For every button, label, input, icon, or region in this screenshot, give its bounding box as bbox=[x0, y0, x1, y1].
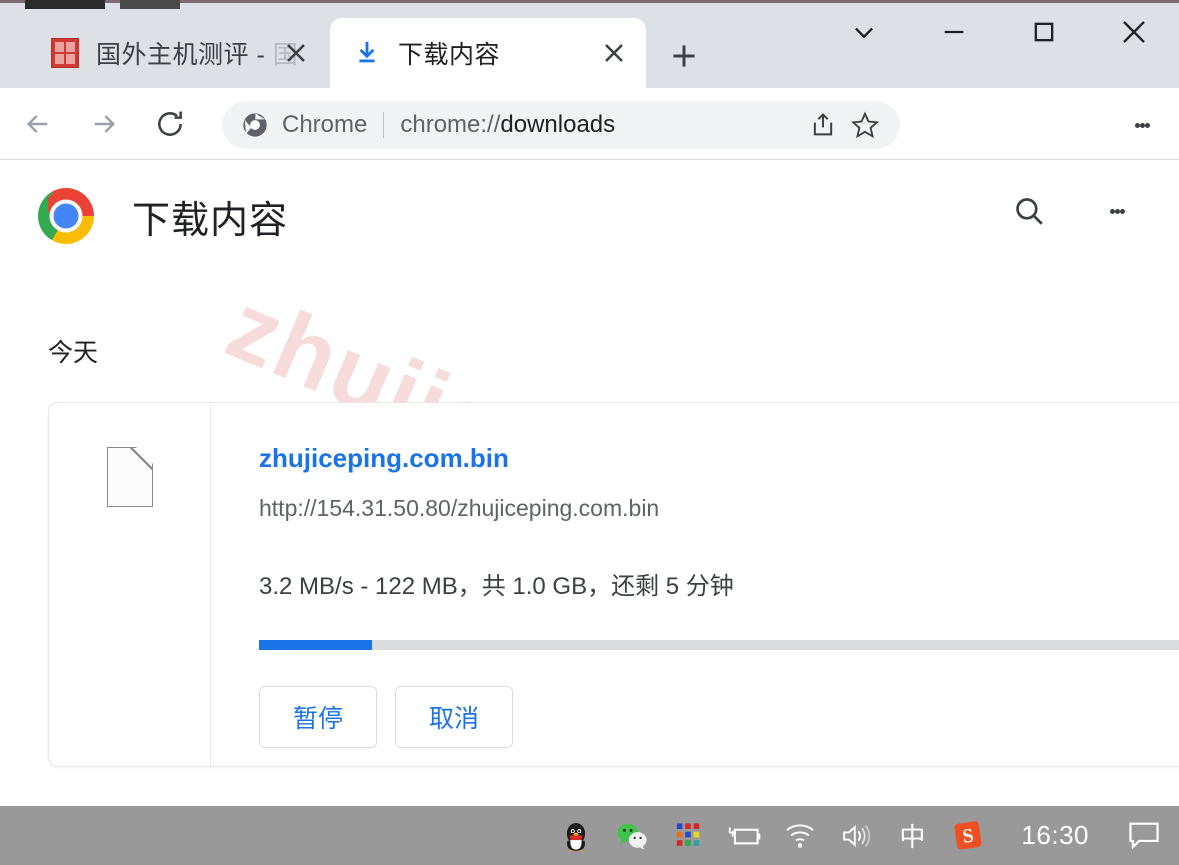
minimize-icon[interactable] bbox=[909, 0, 999, 64]
downloads-page: zhujiceping.com 下载内容 今天 bbox=[0, 161, 1179, 806]
taskbar-clock[interactable]: 16:30 bbox=[1021, 820, 1089, 851]
menu-dot bbox=[1109, 208, 1115, 214]
window-top-accent-block-2 bbox=[120, 0, 180, 9]
browser-toolbar: Chrome chrome://downloads bbox=[0, 88, 1179, 160]
qq-icon[interactable] bbox=[559, 819, 593, 853]
download-details: zhujiceping.com.bin http://154.31.50.80/… bbox=[211, 403, 1179, 766]
three-dots-icon[interactable] bbox=[1095, 189, 1139, 233]
wifi-icon[interactable] bbox=[783, 819, 817, 853]
day-group-label: 今天 bbox=[48, 339, 99, 367]
notification-icon[interactable] bbox=[1127, 819, 1161, 853]
downloads-header-actions bbox=[1007, 189, 1139, 233]
download-progress-bar bbox=[259, 640, 1179, 650]
menu-dot bbox=[1139, 122, 1145, 128]
close-window-icon[interactable] bbox=[1089, 0, 1179, 64]
maximize-icon[interactable] bbox=[999, 0, 1089, 64]
download-file-name[interactable]: zhujiceping.com.bin bbox=[259, 443, 509, 474]
tab-title-text: 国外主机测评 - bbox=[96, 41, 273, 69]
file-icon-column bbox=[49, 403, 211, 766]
omnibox-url[interactable]: chrome://downloads bbox=[400, 111, 615, 139]
cancel-button[interactable]: 取消 bbox=[395, 686, 513, 748]
downloads-header: 下载内容 bbox=[0, 161, 1179, 271]
omnibox-actions bbox=[802, 104, 886, 146]
page-title: 下载内容 bbox=[132, 199, 289, 242]
menu-dot bbox=[1144, 122, 1150, 128]
omnibox-chip-label: Chrome bbox=[282, 111, 368, 138]
download-source-url: http://154.31.50.80/zhujiceping.com.bin bbox=[259, 495, 660, 521]
browser-window: 国外主机测评 - 国 下载内容 Chrome chrome://download… bbox=[0, 0, 1179, 865]
menu-dot bbox=[1114, 208, 1120, 214]
star-icon[interactable] bbox=[844, 104, 886, 146]
menu-dot bbox=[1134, 122, 1140, 128]
back-arrow-icon[interactable] bbox=[10, 96, 66, 152]
download-actions: 暂停 取消 bbox=[259, 686, 1179, 748]
omnibox-separator bbox=[383, 112, 385, 138]
close-icon[interactable] bbox=[282, 39, 310, 67]
address-bar[interactable]: Chrome chrome://downloads bbox=[222, 101, 900, 149]
chrome-icon bbox=[240, 110, 270, 140]
url-path: downloads bbox=[500, 111, 616, 138]
tab-background[interactable]: 国外主机测评 - 国 bbox=[28, 18, 328, 88]
search-icon[interactable] bbox=[1007, 189, 1051, 233]
download-status-text: 3.2 MB/s - 122 MB，共 1.0 GB，还剩 5 分钟 bbox=[259, 573, 734, 600]
new-tab-button[interactable] bbox=[660, 32, 708, 80]
close-icon[interactable] bbox=[600, 39, 628, 67]
generic-file-icon bbox=[106, 447, 153, 507]
tab-strip: 国外主机测评 - 国 下载内容 bbox=[0, 0, 1179, 88]
share-icon[interactable] bbox=[802, 104, 844, 146]
menu-dot bbox=[1119, 208, 1125, 214]
tab-downloads[interactable]: 下载内容 bbox=[330, 18, 646, 88]
wechat-icon[interactable] bbox=[615, 819, 649, 853]
volume-icon[interactable] bbox=[839, 819, 873, 853]
window-top-accent-block-1 bbox=[25, 0, 105, 9]
chrome-logo bbox=[38, 188, 94, 244]
pause-button[interactable]: 暂停 bbox=[259, 686, 377, 748]
download-item-card[interactable]: zhujiceping.com.bin http://154.31.50.80/… bbox=[48, 402, 1179, 767]
download-icon bbox=[352, 38, 382, 68]
sogou-input-icon[interactable]: S bbox=[951, 819, 985, 853]
url-scheme: chrome:// bbox=[400, 111, 501, 138]
reload-icon[interactable] bbox=[142, 96, 198, 152]
tab-title-background: 国外主机测评 - 国 bbox=[96, 35, 298, 71]
tab-title-downloads: 下载内容 bbox=[398, 41, 501, 69]
forward-arrow-icon[interactable] bbox=[76, 96, 132, 152]
tray-grid-icon[interactable] bbox=[671, 819, 705, 853]
chevron-down-icon[interactable] bbox=[819, 0, 909, 64]
windows-taskbar: 中 S 16:30 bbox=[0, 806, 1179, 865]
battery-charging-icon[interactable] bbox=[727, 819, 761, 853]
ime-indicator[interactable]: 中 bbox=[895, 819, 929, 853]
system-tray: 中 S 16:30 bbox=[559, 819, 1161, 853]
red-seal-icon bbox=[50, 38, 80, 68]
download-progress-fill bbox=[259, 640, 372, 650]
window-controls bbox=[819, 0, 1179, 64]
three-dots-icon[interactable] bbox=[1119, 102, 1165, 148]
